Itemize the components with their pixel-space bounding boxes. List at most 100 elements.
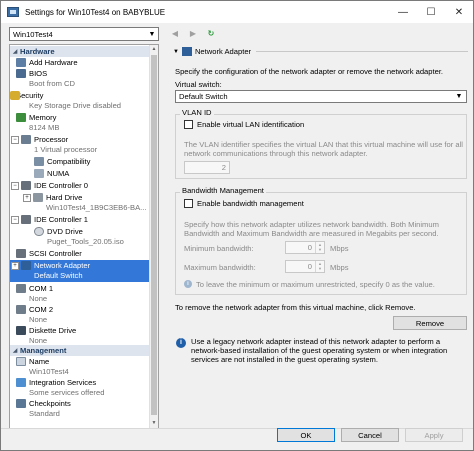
panel-header: ▼ Network Adapter [173,47,468,56]
diskette-icon [16,326,26,335]
tree-item-processor[interactable]: − Processor 1 Virtual processor [10,134,150,155]
virtual-switch-dropdown[interactable]: Default Switch ▼ [175,90,467,103]
tree-scrollbar[interactable]: ▲ ▼ [149,45,158,428]
network-adapter-icon [21,261,31,270]
virtual-switch-label: Virtual switch: [175,80,222,89]
name-icon [16,357,26,366]
apply-button[interactable]: Apply [405,428,463,442]
checkpoints-icon [16,399,26,408]
com-port-icon [16,305,26,314]
bandwidth-enable-checkbox[interactable] [184,199,193,208]
expand-toggle-icon[interactable]: + [11,261,19,270]
numa-icon [34,169,44,178]
tree-item-network-adapter[interactable]: + Network Adapter Default Switch [10,260,150,282]
vm-selector-value: Win10Test4 [13,29,53,39]
collapse-icon: ▼ [173,48,179,55]
remove-button[interactable]: Remove [393,316,467,330]
com-port-icon [16,284,26,293]
vlan-description-line1: The VLAN identifier specifies the virtua… [184,140,463,149]
bandwidth-note: To leave the minimum or maximum unrestri… [196,280,435,289]
navigation-toolbar: ◀ ▶ ↻ [169,28,217,40]
tree-item-checkpoints[interactable]: Checkpoints Standard [10,398,150,419]
header-divider [256,51,468,52]
collapse-toggle-icon[interactable]: − [11,215,19,224]
tree-item-add-hardware[interactable]: Add Hardware [10,57,150,68]
tree-item-security[interactable]: Security Key Storage Drive disabled [10,90,150,111]
spinner-arrows-icon[interactable]: ▲ ▼ [315,261,324,272]
intro-text: Specify the configuration of the network… [175,67,444,76]
vlan-enable-checkbox[interactable] [184,120,193,129]
settings-tree: ◢ Hardware Add Hardware BIOS Boot from C… [9,44,159,429]
network-adapter-icon [181,47,192,56]
tree-item-hard-drive[interactable]: + Hard Drive Win10Test4_1B9C3EB6-BA... [10,192,150,213]
vlan-id-input[interactable]: 2 [184,161,230,174]
maximize-button[interactable]: ☐ [417,1,445,23]
tree-item-com-2[interactable]: COM 2 None [10,304,150,325]
scroll-up-icon[interactable]: ▲ [150,45,158,54]
tree-item-name[interactable]: Name Win10Test4 [10,356,150,377]
shield-icon [10,91,20,100]
legacy-adapter-info-line2: network-based installation of the guest … [191,346,448,355]
forward-arrow-icon[interactable]: ▶ [187,28,199,40]
tree-item-dvd-drive[interactable]: DVD Drive Puget_Tools_20.05.iso [10,226,150,247]
add-hardware-icon [16,58,26,67]
scroll-down-icon[interactable]: ▼ [150,419,158,428]
maximum-bandwidth-input[interactable]: 0 ▲ ▼ [285,260,325,273]
refresh-icon[interactable]: ↻ [205,28,217,40]
vlan-description-line2: network communications through this netw… [184,149,368,158]
legacy-adapter-info-line1: Use a legacy network adapter instead of … [191,337,441,346]
section-management[interactable]: ◢ Management [10,345,150,356]
legacy-adapter-info-line3: services are not installed in the guest … [191,355,378,364]
virtual-switch-value: Default Switch [179,92,228,101]
hard-drive-icon [33,193,43,202]
dvd-drive-icon [34,227,44,236]
collapse-icon: ◢ [12,348,18,354]
scrollbar-thumb[interactable] [151,55,157,415]
maximum-bandwidth-label: Maximum bandwidth: [184,263,256,272]
tree-item-integration-services[interactable]: Integration Services Some services offer… [10,377,150,398]
info-icon: i [176,338,186,348]
minimum-bandwidth-unit: Mbps [330,244,349,253]
tree-item-numa[interactable]: NUMA [10,168,150,179]
hyperv-settings-icon [7,7,19,17]
memory-icon [16,113,26,122]
tree-item-ide-controller-1[interactable]: − IDE Controller 1 [10,214,150,225]
ok-button[interactable]: OK [277,428,335,442]
footer-divider [1,428,473,429]
chevron-down-icon: ▼ [455,93,463,100]
collapse-toggle-icon[interactable]: − [11,181,19,190]
maximum-bandwidth-unit: Mbps [330,263,349,272]
title-bar[interactable]: Settings for Win10Test4 on BABYBLUE — ☐ … [1,1,473,23]
vlan-enable-label: Enable virtual LAN identification [197,120,305,129]
tree-item-com-1[interactable]: COM 1 None [10,283,150,304]
bandwidth-description-line1: Specify how this network adapter utilize… [184,220,439,229]
tree-item-ide-controller-0[interactable]: − IDE Controller 0 [10,180,150,191]
collapse-toggle-icon[interactable]: − [11,135,19,144]
remove-instructions: To remove the network adapter from this … [175,303,416,312]
cancel-button[interactable]: Cancel [341,428,399,442]
ide-controller-icon [21,215,31,224]
expand-toggle-icon[interactable]: + [23,193,31,202]
processor-icon [21,135,31,144]
minimize-button[interactable]: — [389,1,417,23]
section-hardware[interactable]: ◢ Hardware [10,46,150,57]
chevron-down-icon: ▼ [148,30,156,38]
tree-item-memory[interactable]: Memory 8124 MB [10,112,150,133]
close-button[interactable]: ✕ [445,1,473,23]
vm-selector[interactable]: Win10Test4 ▼ [9,27,159,41]
collapse-icon: ◢ [12,49,18,55]
vlan-group-title: VLAN ID [180,108,214,117]
tree-item-diskette-drive[interactable]: Diskette Drive None [10,325,150,346]
tree-item-scsi-controller[interactable]: SCSI Controller [10,248,150,259]
scsi-controller-icon [16,249,26,258]
tree-item-compatibility[interactable]: Compatibility [10,156,150,167]
info-icon: i [184,280,192,288]
minimum-bandwidth-label: Minimum bandwidth: [184,244,254,253]
spinner-arrows-icon[interactable]: ▲ ▼ [315,242,324,253]
tree-item-bios[interactable]: BIOS Boot from CD [10,68,150,89]
bandwidth-description-line2: Bandwidth and Maximum Bandwidth are meas… [184,229,439,238]
minimum-bandwidth-input[interactable]: 0 ▲ ▼ [285,241,325,254]
bandwidth-enable-label: Enable bandwidth management [197,199,304,208]
integration-services-icon [16,378,26,387]
back-arrow-icon[interactable]: ◀ [169,28,181,40]
